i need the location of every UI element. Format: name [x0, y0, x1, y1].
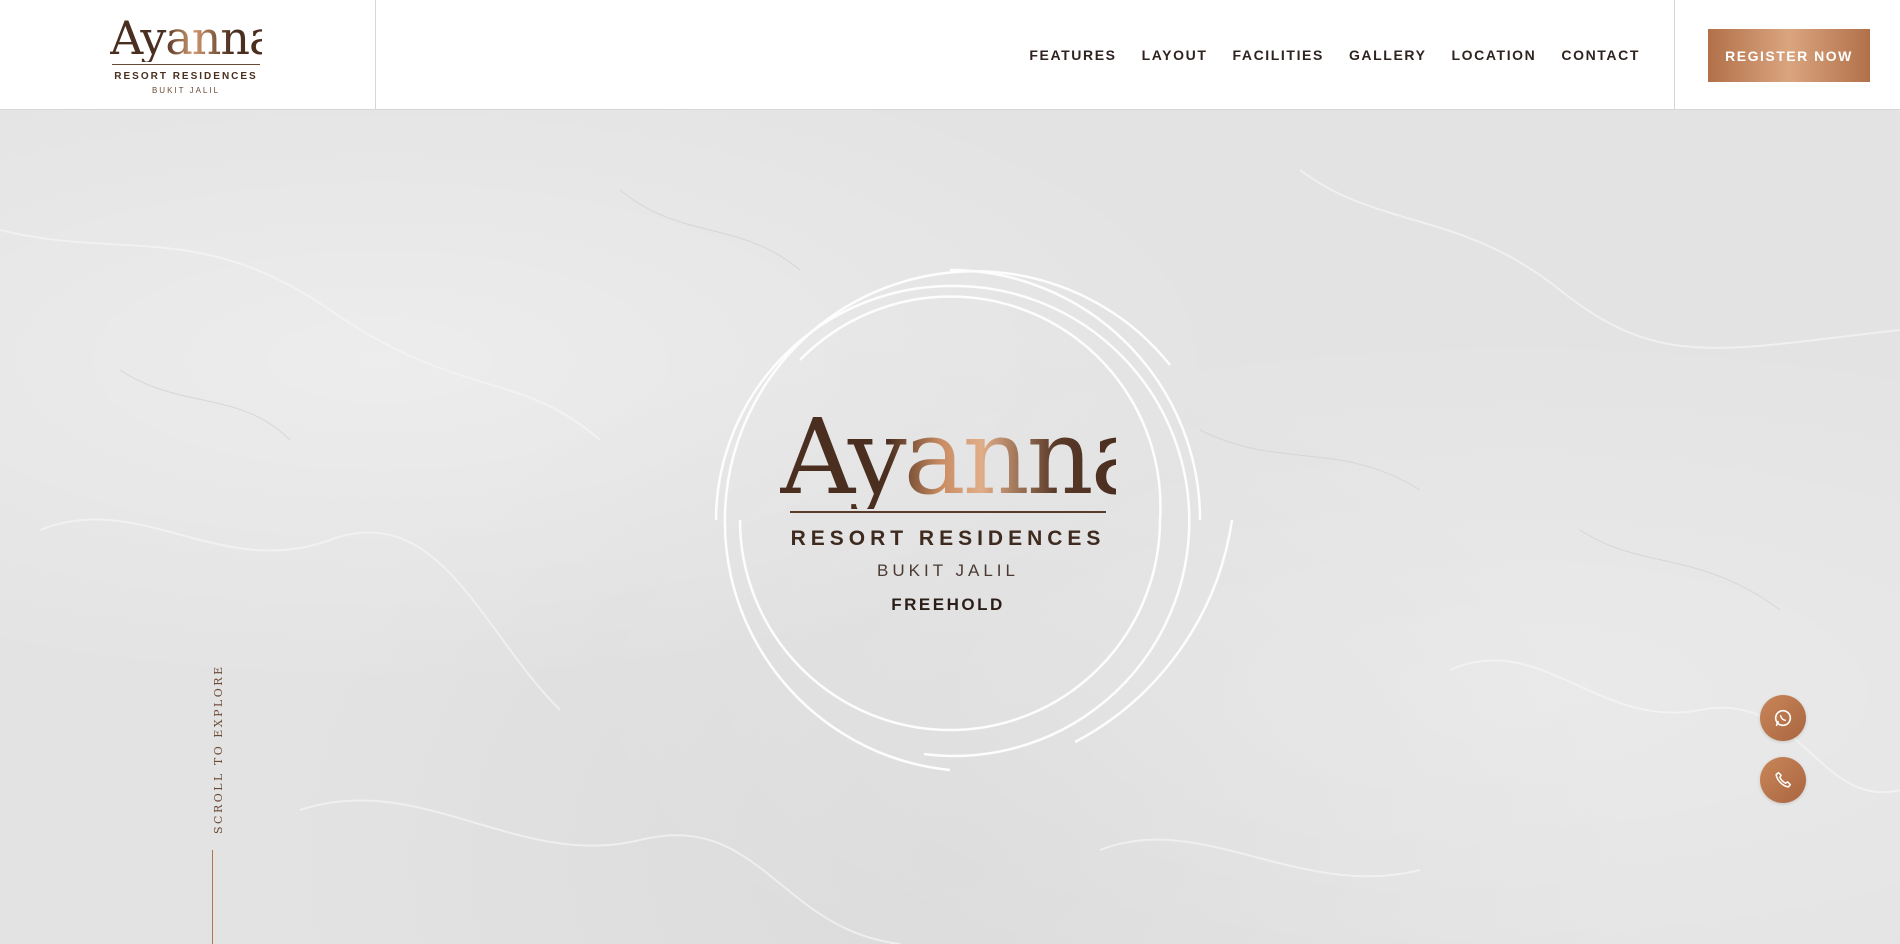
- cta-cell: REGISTER NOW: [1674, 0, 1900, 110]
- nav-contact[interactable]: CONTACT: [1561, 47, 1640, 63]
- hero-tenure: FREEHOLD: [891, 595, 1005, 614]
- logo-location: BUKIT JALIL: [151, 86, 221, 95]
- logo-subtitle: RESORT RESIDENCES: [114, 71, 258, 82]
- whatsapp-icon: [1774, 709, 1792, 727]
- logo-wordmark: Ayanna: [110, 11, 276, 65]
- hero-subtitle: RESORT RESIDENCES: [790, 527, 1106, 550]
- nav-features[interactable]: FEATURES: [1029, 47, 1116, 63]
- nav-gallery[interactable]: GALLERY: [1349, 47, 1427, 63]
- main-nav: FEATURES LAYOUT FACILITIES GALLERY LOCAT…: [1004, 0, 1640, 110]
- scroll-to-explore[interactable]: SCROLL TO EXPLORE: [212, 664, 225, 834]
- hero-section: Ayanna RESORT RESIDENCES BUKIT JALIL FRE…: [0, 110, 1900, 944]
- phone-icon: [1775, 771, 1792, 788]
- scroll-indicator-line: [212, 850, 213, 944]
- whatsapp-button[interactable]: [1760, 695, 1806, 741]
- phone-button[interactable]: [1760, 757, 1806, 803]
- logo-cell: Ayanna RESORT RESIDENCES BUKIT JALIL: [0, 0, 376, 110]
- hero-location: BUKIT JALIL: [877, 561, 1019, 580]
- hero-wordmark: Ayanna: [780, 396, 1153, 518]
- hero-emblem: Ayanna RESORT RESIDENCES BUKIT JALIL FRE…: [780, 396, 1153, 615]
- header-logo[interactable]: Ayanna RESORT RESIDENCES BUKIT JALIL: [110, 11, 276, 95]
- nav-layout[interactable]: LAYOUT: [1142, 47, 1208, 63]
- register-now-button[interactable]: REGISTER NOW: [1708, 29, 1870, 82]
- nav-facilities[interactable]: FACILITIES: [1232, 47, 1323, 63]
- site-header: Ayanna RESORT RESIDENCES BUKIT JALIL FEA…: [0, 0, 1900, 110]
- nav-location[interactable]: LOCATION: [1452, 47, 1537, 63]
